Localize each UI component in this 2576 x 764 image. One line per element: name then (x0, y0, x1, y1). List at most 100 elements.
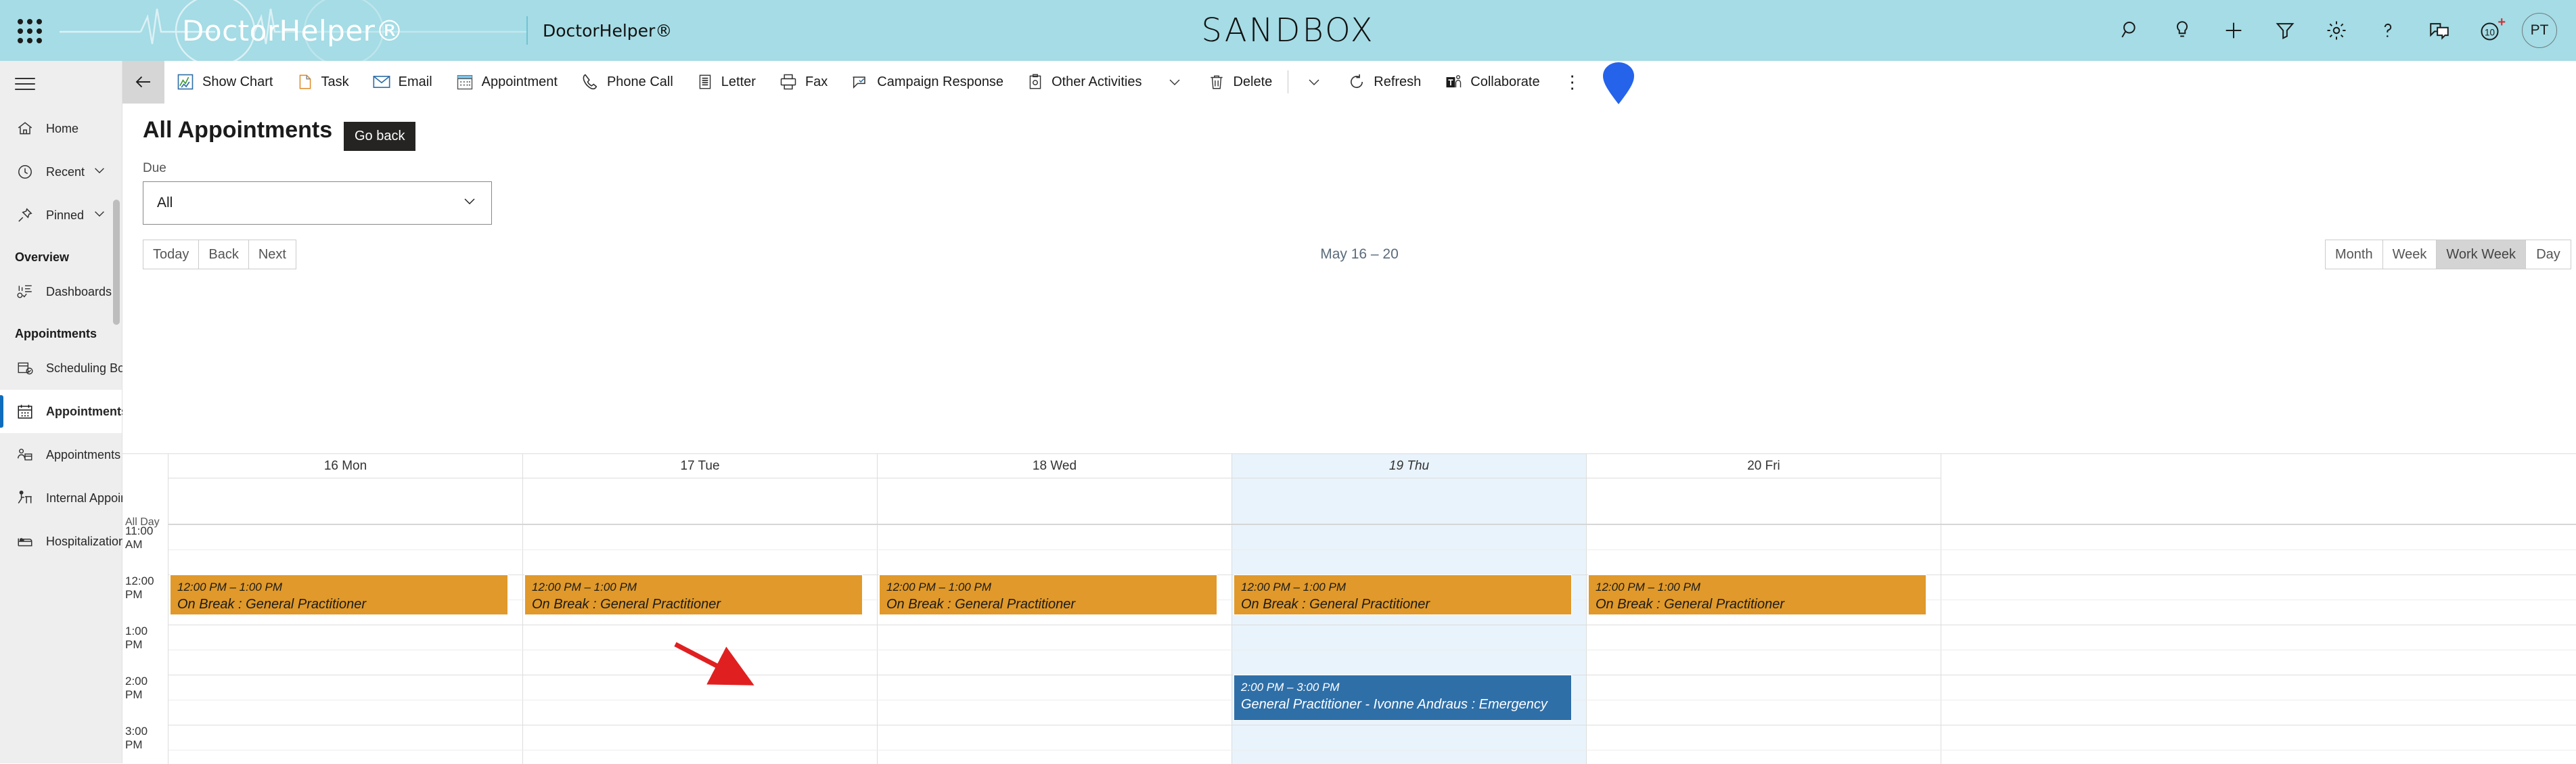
chevron-down-icon[interactable] (92, 206, 107, 225)
plus-icon[interactable] (2208, 0, 2259, 61)
task-button[interactable]: Task (285, 61, 361, 104)
view-mode-week[interactable]: Week (2382, 240, 2437, 269)
collaborate-button[interactable]: Collaborate (1432, 61, 1551, 104)
assistant-icon[interactable]: 10 + (2465, 0, 2516, 61)
calendar-event[interactable]: 12:00 PM – 1:00 PM On Break : General Pr… (1234, 575, 1572, 615)
command-label: Task (321, 74, 349, 89)
hour-label: 11:00 AM (125, 524, 154, 551)
due-select[interactable]: All (143, 181, 492, 225)
campaign-response-button[interactable]: Campaign Response (839, 61, 1015, 104)
email-button[interactable]: Email (361, 61, 444, 104)
sidebar-item-scheduling-board[interactable]: Scheduling Board (0, 346, 142, 390)
delete-button[interactable]: Delete (1196, 61, 1284, 104)
sidebar-item-label: Appointments (46, 447, 121, 462)
back-button[interactable]: Back (198, 240, 248, 269)
next-button[interactable]: Next (248, 240, 296, 269)
phone-call-button[interactable]: Phone Call (569, 61, 685, 104)
page-title: All Appointments (143, 117, 333, 143)
event-time: 12:00 PM – 1:00 PM (1596, 581, 1700, 593)
due-label: Due (143, 161, 166, 175)
chevron-down-icon[interactable] (92, 163, 107, 181)
show-chart-button[interactable]: Show Chart (164, 61, 285, 104)
menu-icon[interactable] (0, 61, 122, 107)
hour-line (168, 524, 2576, 525)
phone-icon (581, 72, 600, 91)
sidebar-item-home[interactable]: Home (0, 107, 122, 150)
letter-button[interactable]: Letter (685, 61, 767, 104)
email-icon (372, 72, 391, 91)
sidebar-item-dashboards[interactable]: Dashboards (0, 270, 122, 313)
brand-logo-text: DoctorHelper® (182, 14, 404, 47)
view-mode-month[interactable]: Month (2325, 240, 2382, 269)
chart-icon (176, 72, 195, 91)
sidebar-item-hospitalizations[interactable]: Hospitalizations (0, 520, 131, 563)
delete-icon (1208, 72, 1225, 91)
pin-icon (15, 205, 35, 225)
event-title: On Break : General Practitioner (1241, 596, 1430, 612)
sidebar-item-label: Hospitalizations (46, 534, 132, 548)
view-selector[interactable]: All Appointments (122, 104, 2576, 143)
time-gutter (122, 454, 168, 764)
filter-icon[interactable] (2259, 0, 2311, 61)
sidebar-group-appointments: Appointments (15, 327, 97, 340)
view-mode-day[interactable]: Day (2525, 240, 2571, 269)
sidebar-item-recent[interactable]: Recent (0, 150, 122, 194)
chevron-down-icon (1309, 79, 1319, 85)
search-icon[interactable] (2105, 0, 2156, 61)
other-activities-caret[interactable] (1153, 61, 1196, 104)
command-label: Delete (1233, 74, 1273, 89)
sidebar-item-appointments[interactable]: Appointments (0, 433, 122, 476)
chevron-down-icon (1169, 79, 1180, 85)
sidebar-item-appointments-board[interactable]: Appointments Bo... (0, 390, 158, 433)
letter-icon (696, 72, 714, 91)
gear-icon[interactable] (2311, 0, 2362, 61)
sidebar-item-label: Dashboards (46, 284, 112, 298)
arrow-left-icon (135, 76, 150, 88)
all-day-band[interactable] (168, 478, 2576, 524)
notification-badge: + (2498, 15, 2506, 30)
sidebar-scrollbar[interactable] (113, 200, 120, 325)
svg-text:10: 10 (2485, 28, 2495, 38)
calendar-event[interactable]: 12:00 PM – 1:00 PM On Break : General Pr… (524, 575, 863, 615)
other-activities-icon (1026, 72, 1044, 91)
command-label: Other Activities (1052, 74, 1142, 89)
half-hour-line (168, 549, 2576, 550)
event-time: 12:00 PM – 1:00 PM (532, 581, 637, 593)
appointment-button[interactable]: Appointment (444, 61, 569, 104)
feedback-icon[interactable] (2414, 0, 2465, 61)
view-mode-work-week[interactable]: Work Week (2436, 240, 2525, 269)
task-icon (296, 72, 314, 91)
day-header: 18 Wed (878, 454, 1231, 478)
brand-logo: DoctorHelper® (60, 0, 526, 61)
sidebar-item-internal-appointments[interactable]: Internal Appoint... (0, 476, 141, 520)
command-label: Refresh (1374, 74, 1422, 89)
calendar-event[interactable]: 12:00 PM – 1:00 PM On Break : General Pr… (879, 575, 1217, 615)
fax-button[interactable]: Fax (767, 61, 839, 104)
collaborate-icon (1444, 72, 1463, 91)
calendar-event-selected[interactable]: 2:00 PM – 3:00 PM General Practitioner -… (1234, 675, 1572, 721)
calendar-nav-group: Today Back Next (143, 240, 296, 269)
command-label: Appointment (481, 74, 558, 89)
date-range-label: May 16 – 20 (143, 240, 2576, 269)
dashboard-icon (15, 282, 35, 302)
day-header: 17 Tue (523, 454, 877, 478)
calendar-icon (15, 401, 35, 422)
go-back-button[interactable] (122, 60, 164, 104)
app-launcher-icon[interactable] (14, 15, 45, 46)
other-activities-button[interactable]: Other Activities (1015, 61, 1153, 104)
chevron-down-icon (461, 193, 478, 213)
today-button[interactable]: Today (143, 240, 199, 269)
lightbulb-icon[interactable] (2156, 0, 2208, 61)
command-label: Email (398, 74, 432, 89)
calendar-event[interactable]: 12:00 PM – 1:00 PM On Break : General Pr… (170, 575, 508, 615)
delete-caret[interactable] (1292, 61, 1336, 104)
refresh-button[interactable]: Refresh (1336, 61, 1432, 104)
calendar-event[interactable]: 12:00 PM – 1:00 PM On Break : General Pr… (1588, 575, 1926, 615)
top-header-bar: DoctorHelper® DoctorHelper® SANDBOX 10 +… (0, 0, 2576, 61)
hour-label: 1:00 PM (125, 625, 148, 651)
help-icon[interactable] (2362, 0, 2414, 61)
command-label: Show Chart (202, 74, 273, 89)
more-vertical-icon[interactable]: ⋮ (1552, 61, 1595, 104)
avatar[interactable]: PT (2522, 13, 2557, 48)
sidebar-item-pinned[interactable]: Pinned (0, 194, 122, 237)
